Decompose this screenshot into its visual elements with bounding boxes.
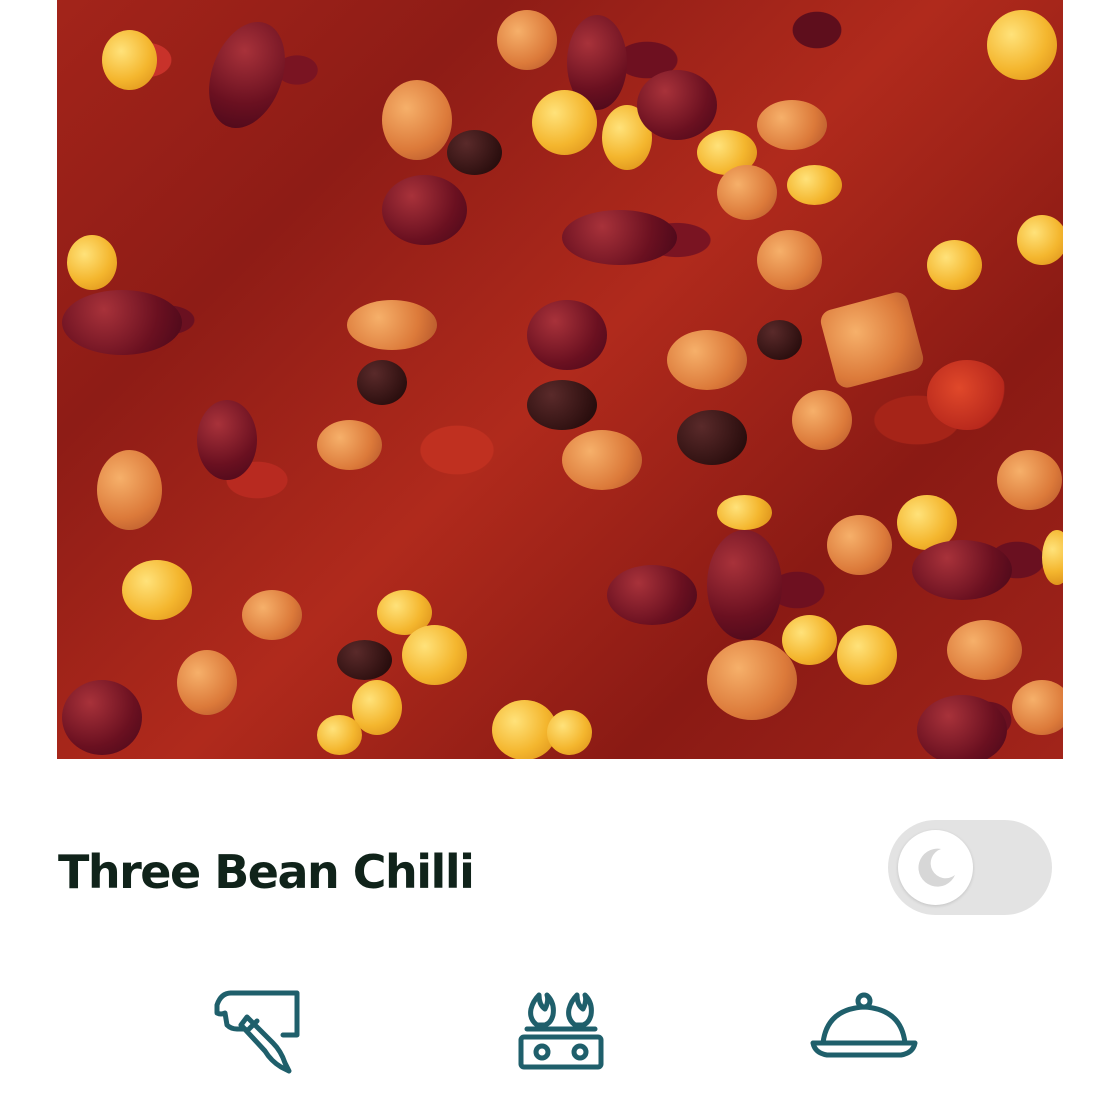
serving-cloche-icon [810,992,918,1058]
toggle-knob[interactable] [898,830,973,905]
serve-step-button[interactable] [804,982,924,1078]
cook-step-button[interactable] [500,982,620,1078]
dark-mode-toggle[interactable] [888,820,1052,915]
moon-icon [917,848,955,887]
recipe-title: Three Bean Chilli [58,845,475,899]
chopping-board-knife-icon [214,990,300,1074]
recipe-screen: Three Bean Chilli [0,0,1120,1120]
prep-step-button[interactable] [196,982,316,1078]
recipe-photo [57,0,1063,759]
stove-burner-icon [518,992,604,1070]
